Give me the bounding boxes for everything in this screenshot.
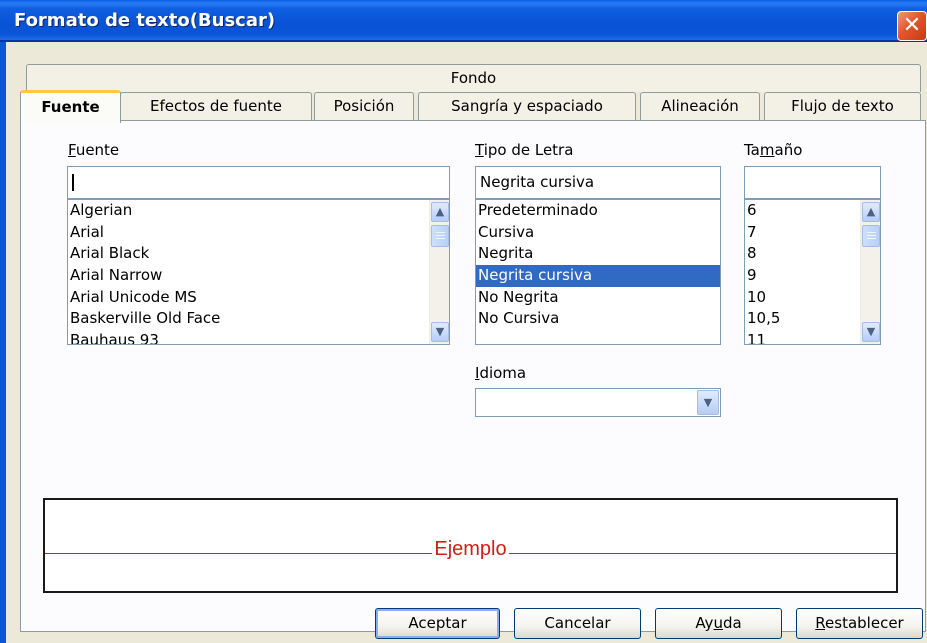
tab-fuente[interactable]: Fuente bbox=[20, 90, 121, 123]
scroll-up-button[interactable]: ▲ bbox=[431, 202, 449, 222]
tab-label: Flujo de texto bbox=[791, 97, 894, 115]
font-style-label: Tipo de Letra bbox=[475, 141, 574, 159]
dropdown-button[interactable]: ▼ bbox=[697, 390, 719, 415]
font-style-input[interactable]: Negrita cursiva bbox=[475, 166, 721, 199]
tab-fondo[interactable]: Fondo bbox=[26, 64, 921, 92]
font-family-input[interactable] bbox=[67, 166, 450, 199]
tab-efectos-de-fuente[interactable]: Efectos de fuente bbox=[120, 92, 312, 120]
tab-alineacion[interactable]: Alineación bbox=[640, 92, 760, 120]
language-select[interactable]: ▼ bbox=[475, 388, 721, 417]
help-button[interactable]: Ayuda bbox=[655, 608, 782, 639]
scroll-down-button[interactable]: ▼ bbox=[431, 322, 449, 342]
scroll-thumb[interactable] bbox=[862, 225, 880, 247]
window-title: Formato de texto(Buscar) bbox=[14, 10, 276, 31]
font-family-label: Fuente bbox=[68, 141, 120, 159]
font-style-list[interactable]: Predeterminado Cursiva Negrita Negrita c… bbox=[475, 199, 721, 345]
list-item[interactable]: Arial Unicode MS bbox=[68, 287, 449, 309]
reset-button[interactable]: Restablecer bbox=[796, 608, 923, 639]
size-list-scrollbar[interactable]: ▲ ▼ bbox=[860, 200, 880, 344]
font-size-input[interactable] bbox=[744, 166, 881, 199]
list-item-selected[interactable]: Negrita cursiva bbox=[476, 265, 720, 287]
scroll-thumb[interactable] bbox=[431, 225, 449, 247]
list-item[interactable]: Arial Narrow bbox=[68, 265, 449, 287]
list-item[interactable]: Predeterminado bbox=[476, 200, 720, 222]
tab-sangria-y-espaciado[interactable]: Sangría y espaciado bbox=[418, 92, 636, 120]
tab-label: Fondo bbox=[450, 69, 497, 87]
chevron-up-icon: ▲ bbox=[435, 205, 445, 218]
close-icon: ✕ bbox=[902, 13, 922, 38]
scroll-down-button[interactable]: ▼ bbox=[862, 322, 880, 342]
list-item[interactable]: Bauhaus 93 bbox=[68, 330, 449, 344]
tab-posicion[interactable]: Posición bbox=[314, 92, 414, 120]
chevron-down-icon: ▼ bbox=[435, 325, 445, 338]
tab-label: Sangría y espaciado bbox=[451, 97, 603, 115]
close-button[interactable]: ✕ bbox=[897, 11, 927, 41]
list-item[interactable]: Cursiva bbox=[476, 222, 720, 244]
tab-label: Fuente bbox=[41, 98, 100, 116]
font-family-list[interactable]: Algerian Arial Arial Black Arial Narrow … bbox=[67, 199, 450, 345]
cancel-button[interactable]: Cancelar bbox=[514, 608, 641, 639]
chevron-up-icon: ▲ bbox=[866, 205, 876, 218]
list-item[interactable]: Arial Black bbox=[68, 243, 449, 265]
font-size-label: Tamaño bbox=[744, 141, 803, 159]
list-item[interactable]: Baskerville Old Face bbox=[68, 308, 449, 330]
scroll-up-button[interactable]: ▲ bbox=[862, 202, 880, 222]
preview-box: Ejemplo bbox=[43, 498, 898, 593]
dialog-window: Formato de texto(Buscar) ✕ Fondo Fuente … bbox=[0, 0, 927, 643]
chevron-down-icon: ▼ bbox=[703, 396, 713, 409]
list-item[interactable]: Arial bbox=[68, 222, 449, 244]
font-size-list[interactable]: 6 7 8 9 10 10,5 11 ▲ ▼ bbox=[744, 199, 881, 345]
chevron-down-icon: ▼ bbox=[866, 325, 876, 338]
list-item[interactable]: Algerian bbox=[68, 200, 449, 222]
text-cursor bbox=[72, 174, 74, 191]
language-label: Idioma bbox=[475, 364, 527, 382]
preview-text: Ejemplo bbox=[432, 538, 509, 560]
list-item[interactable]: No Negrita bbox=[476, 287, 720, 309]
title-bar[interactable]: Formato de texto(Buscar) ✕ bbox=[0, 0, 927, 42]
tab-label: Alineación bbox=[661, 97, 739, 115]
list-item[interactable]: Negrita bbox=[476, 243, 720, 265]
list-item[interactable]: No Cursiva bbox=[476, 308, 720, 330]
tab-label: Efectos de fuente bbox=[149, 97, 283, 115]
accept-button[interactable]: Aceptar bbox=[375, 608, 500, 639]
tab-flujo-de-texto[interactable]: Flujo de texto bbox=[764, 92, 921, 120]
font-list-scrollbar[interactable]: ▲ ▼ bbox=[429, 200, 449, 344]
tab-label: Posición bbox=[333, 97, 395, 115]
